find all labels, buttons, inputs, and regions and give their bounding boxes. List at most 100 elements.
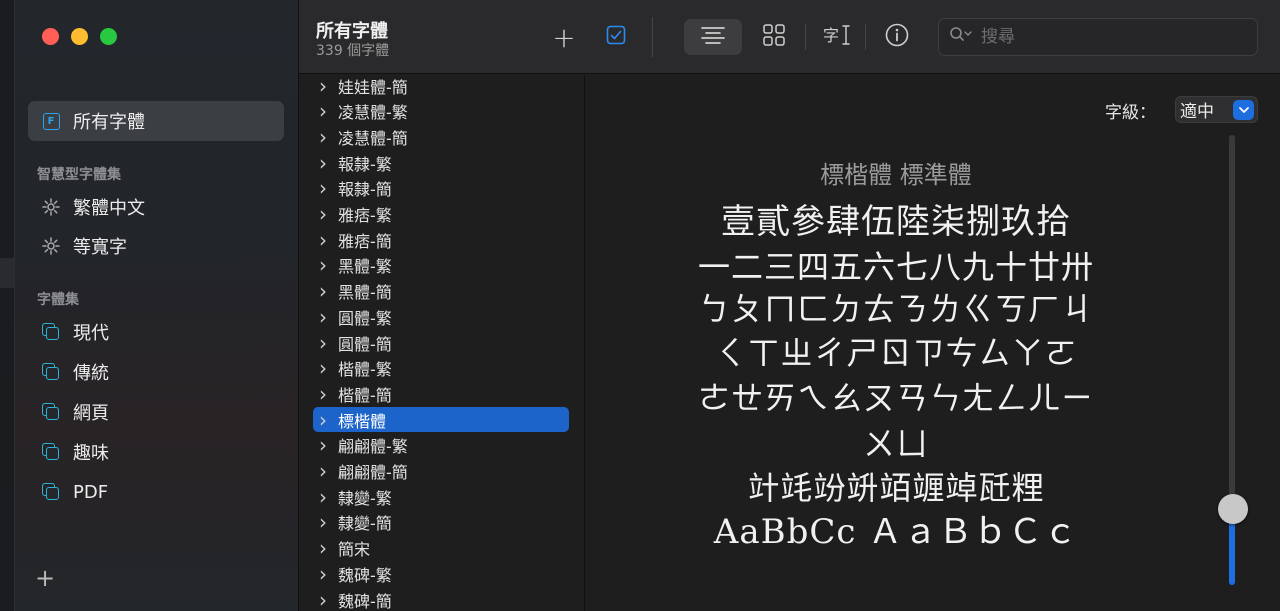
minimize-button[interactable] [71,28,88,45]
font-count: 339 個字體 [316,43,390,59]
font-book-window: F 所有字體 智慧型字體集 繁體中文 等寬字 字體集 現代 傳統 網頁 趣味 P… [0,0,1280,611]
chevron-right-icon[interactable]: › [319,433,329,457]
chevron-right-icon[interactable]: › [319,356,329,380]
chevron-right-icon[interactable]: › [319,202,329,226]
chevron-right-icon[interactable]: › [319,459,329,483]
sidebar-item-traditional-chinese[interactable]: 繁體中文 [41,193,145,221]
font-list-item-label: 雅痞-簡 [338,231,392,251]
font-list-item[interactable]: › 娃娃體-簡 [313,75,569,98]
chevron-right-icon[interactable]: › [319,588,329,611]
font-list-item[interactable]: › 報隸-繁 [313,150,569,175]
chevron-right-icon[interactable]: › [319,305,329,329]
text-cursor-icon: 字 [822,23,852,51]
chevron-right-icon[interactable]: › [319,125,329,149]
size-slider-knob[interactable] [1218,493,1248,524]
font-list-item[interactable]: › 翩翩體-繁 [313,433,569,458]
chevron-right-icon[interactable]: › [319,485,329,509]
font-list-item-label: 雅痞-繁 [338,206,392,225]
collection-icon [41,322,61,342]
size-select[interactable]: 適中 [1175,96,1258,123]
add-font-button[interactable]: + [547,19,581,55]
font-list-item[interactable]: › 簡宋 [313,536,569,561]
chevron-right-icon[interactable]: › [319,75,329,98]
info-icon [885,23,909,51]
font-list-item-label: 翩翩體-簡 [338,463,408,482]
gear-icon [41,197,61,217]
preview-line: ㄜㄝㄞㄟㄠㄡㄢㄣㄤㄥㄦㄧ [697,379,1094,417]
chevron-right-icon[interactable]: › [319,408,329,432]
font-list-item-label: 凌慧體-繁 [338,103,408,123]
sidebar-item-label: 傳統 [73,363,109,384]
sidebar-item-all-fonts[interactable]: F 所有字體 [41,107,145,135]
maximize-button[interactable] [100,28,117,45]
info-button[interactable] [879,19,915,55]
sidebar-item-traditional[interactable]: 傳統 [41,358,109,386]
font-list-item[interactable]: › 圓體-簡 [313,330,569,355]
font-list-item-label: 楷體-簡 [338,385,392,405]
chevron-right-icon[interactable]: › [319,279,329,303]
sidebar-item-monospace[interactable]: 等寬字 [41,232,127,260]
font-list-item-label: 隸變-繁 [338,488,392,508]
collection-icon [41,362,61,382]
font-list-item-label: 凌慧體-簡 [338,128,408,148]
chevron-right-icon[interactable]: › [319,176,329,200]
sidebar-item-fun[interactable]: 趣味 [41,438,109,466]
sample-view-button[interactable] [684,19,742,55]
chevron-right-icon[interactable]: › [319,99,329,123]
preview-line: 壹貳參肆伍陸柒捌玖拾 [721,202,1071,242]
sidebar-item-pdf[interactable]: PDF [41,478,108,506]
font-list-item[interactable]: › 魏碑-簡 [313,587,569,611]
custom-text-button[interactable]: 字 [817,19,857,55]
font-list-item[interactable]: › 楷體-繁 [313,356,569,381]
chevron-right-icon[interactable]: › [319,562,329,586]
font-list-item[interactable]: › 雅痞-繁 [313,202,569,227]
font-list-item-label: 娃娃體-簡 [338,77,408,97]
collection-icon [41,482,61,502]
font-list-item[interactable]: › 凌慧體-簡 [313,124,569,149]
smart-collections-header: 智慧型字體集 [37,167,121,183]
preview-line: AaBbCc ＡａＢｂＣｃ [713,512,1079,552]
chevron-down-icon [1233,100,1254,120]
font-list-item[interactable]: › 圓體-繁 [313,304,569,329]
search-input[interactable] [981,27,1241,47]
toolbar-separator [865,24,866,50]
font-list-item-label: 黑體-簡 [338,283,392,303]
chevron-right-icon[interactable]: › [319,536,329,560]
preview-line: 竍竓竕竔竡竰竨瓩粴 [747,469,1045,507]
sidebar-item-web[interactable]: 網頁 [41,398,109,426]
add-collection-button[interactable]: + [35,566,55,590]
font-list-item[interactable]: › 楷體-簡 [313,381,569,406]
font-list-item-label: 標楷體 [338,411,387,431]
svg-text:字: 字 [823,26,839,45]
preview-line: ㄅㄆㄇㄈㄉㄊㄋㄌㄍㄎㄏㄐ [697,290,1094,328]
font-list-item[interactable]: › 翩翩體-簡 [313,459,569,484]
font-list-item-label: 圓體-繁 [338,308,392,328]
chevron-right-icon[interactable]: › [319,510,329,534]
font-list-item[interactable]: › 標楷體 [313,407,569,433]
font-list-item[interactable]: › 黑體-簡 [313,279,569,304]
font-list-item[interactable]: › 黑體-繁 [313,253,569,278]
search-field[interactable] [938,18,1258,56]
font-list-item[interactable]: › 報隸-簡 [313,176,569,201]
sidebar-item-label: 等寬字 [73,237,127,258]
font-list-item[interactable]: › 雅痞-簡 [313,227,569,252]
validate-checkbox-button[interactable] [599,19,633,55]
chevron-right-icon[interactable]: › [319,253,329,277]
chevron-right-icon[interactable]: › [319,228,329,252]
font-list-item[interactable]: › 隸變-繁 [313,484,569,509]
chevron-right-icon[interactable]: › [319,151,329,175]
font-list-item[interactable]: › 魏碑-繁 [313,561,569,586]
font-list-item-label: 魏碑-繁 [338,565,392,585]
sidebar-item-label: 趣味 [73,443,109,464]
font-list-item[interactable]: › 凌慧體-繁 [313,99,569,124]
close-button[interactable] [42,28,59,45]
gear-icon [41,236,61,256]
grid-view-button[interactable] [756,19,792,55]
chevron-right-icon[interactable]: › [319,331,329,355]
chevron-right-icon[interactable]: › [319,382,329,406]
size-label: 字級： [1105,103,1156,123]
sidebar-item-modern[interactable]: 現代 [41,318,109,346]
font-list-item[interactable]: › 隸變-簡 [313,510,569,535]
font-list-item-label: 圓體-簡 [338,334,392,354]
size-value: 適中 [1180,102,1214,122]
